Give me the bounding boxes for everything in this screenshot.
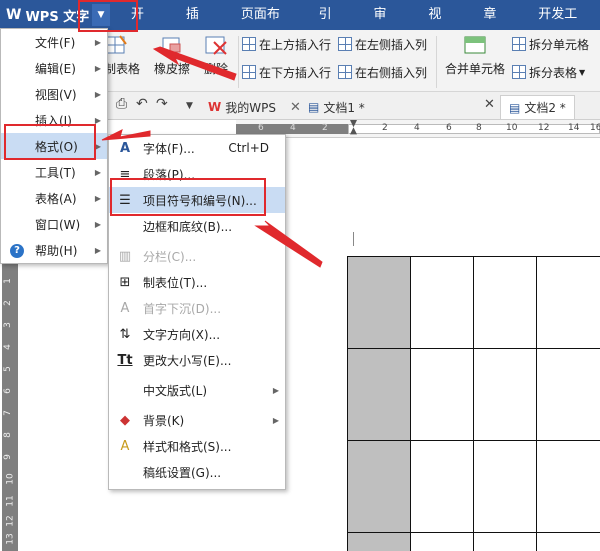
annotation-arrows [101,46,323,268]
arrow-to-dropdown [152,46,237,81]
arrow-to-format [101,129,151,141]
arrow-to-bullets [254,220,323,268]
